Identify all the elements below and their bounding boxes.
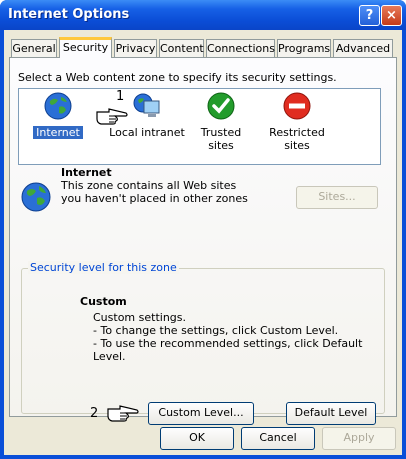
zone-prompt: Select a Web content zone to specify its… bbox=[18, 71, 337, 84]
security-level-title: Custom bbox=[80, 295, 127, 308]
selected-zone-description: This zone contains all Web sites you hav… bbox=[61, 179, 248, 205]
description-line: - To use the recommended settings, click… bbox=[93, 337, 363, 363]
security-level-description: Custom settings. - To change the setting… bbox=[93, 311, 396, 363]
zone-label: Local intranet bbox=[109, 126, 185, 139]
zone-label: Restricted sites bbox=[269, 126, 325, 152]
security-level-legend: Security level for this zone bbox=[28, 261, 179, 274]
zone-restricted-sites[interactable]: Restricted sites bbox=[267, 91, 327, 152]
zone-internet[interactable]: Internet bbox=[33, 91, 83, 139]
tab-programs[interactable]: Programs bbox=[277, 39, 331, 57]
zone-label: Trusted sites bbox=[200, 126, 242, 152]
title-bar[interactable]: Internet Options ? × bbox=[0, 0, 406, 30]
globe-icon bbox=[44, 92, 72, 120]
apply-button[interactable]: Apply bbox=[322, 427, 396, 450]
selected-zone-title: Internet bbox=[61, 166, 112, 179]
no-entry-icon bbox=[283, 92, 311, 120]
checkmark-icon bbox=[207, 92, 235, 120]
tab-security[interactable]: Security bbox=[59, 37, 112, 58]
security-panel: Select a Web content zone to specify its… bbox=[9, 57, 397, 425]
pointing-hand-icon bbox=[96, 108, 128, 125]
tab-privacy[interactable]: Privacy bbox=[114, 39, 157, 57]
ok-button[interactable]: OK bbox=[160, 427, 234, 450]
tab-content[interactable]: Content bbox=[159, 39, 204, 57]
description-line: - To change the settings, click Custom L… bbox=[93, 324, 339, 337]
close-button[interactable]: × bbox=[381, 5, 402, 26]
zone-label: Internet bbox=[33, 126, 83, 139]
default-level-button[interactable]: Default Level bbox=[286, 402, 376, 425]
callout-number: 1 bbox=[116, 89, 125, 104]
callout-number: 2 bbox=[90, 406, 99, 421]
zone-list: Internet Local intranet Trusted sites Re… bbox=[18, 88, 381, 165]
custom-level-button[interactable]: Custom Level... bbox=[148, 402, 254, 425]
internet-options-window: Internet Options ? × General Security Pr… bbox=[0, 0, 406, 459]
globe-icon bbox=[21, 182, 51, 212]
tab-advanced[interactable]: Advanced bbox=[333, 39, 393, 57]
pointing-hand-icon bbox=[107, 405, 139, 422]
zone-trusted-sites[interactable]: Trusted sites bbox=[189, 91, 253, 152]
tab-general[interactable]: General bbox=[11, 39, 57, 57]
cancel-button[interactable]: Cancel bbox=[241, 427, 315, 450]
computer-icon bbox=[133, 93, 160, 117]
sites-button[interactable]: Sites... bbox=[296, 186, 378, 209]
help-button[interactable]: ? bbox=[359, 5, 380, 26]
tab-connections[interactable]: Connections bbox=[206, 39, 275, 57]
window-title: Internet Options bbox=[8, 7, 130, 22]
dialog-client: General Security Privacy Content Connect… bbox=[4, 30, 402, 455]
description-line: Custom settings. bbox=[93, 311, 187, 324]
